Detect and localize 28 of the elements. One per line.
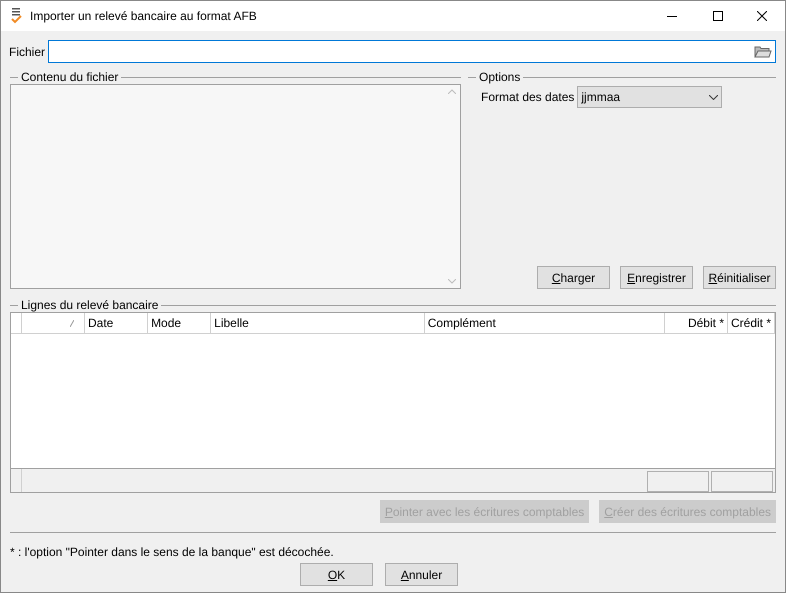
file-field[interactable] xyxy=(48,40,776,63)
field-label: Format des dates xyxy=(481,89,574,106)
button[interactable]: Charger xyxy=(537,266,610,289)
close-icon[interactable] xyxy=(757,11,767,21)
window-title: Importer un relevé bancaire au format AFB xyxy=(30,8,258,25)
button[interactable]: Annuler xyxy=(385,563,458,586)
footnote: * : l'option "Pointer dans le sens de la banque" est décochée. xyxy=(10,544,335,561)
column-header[interactable]: Mode xyxy=(148,313,212,333)
button[interactable]: Réinitialiser xyxy=(703,266,776,289)
column-header[interactable]: Débit * xyxy=(664,313,728,333)
group-title: Lignes du relevé bancaire xyxy=(20,298,160,312)
column-header[interactable]: Date xyxy=(84,313,148,333)
column-header[interactable]: Crédit * xyxy=(728,313,776,333)
sort-icon[interactable] xyxy=(70,320,74,326)
group-title: Contenu du fichier xyxy=(20,70,120,84)
chevron-down-icon xyxy=(709,94,718,100)
button[interactable]: Enregistrer xyxy=(620,266,693,289)
total-debit-field xyxy=(647,471,709,492)
field-label: Fichier xyxy=(9,44,46,60)
app-icon xyxy=(11,8,23,24)
group-title: Options xyxy=(478,70,522,84)
folder-icon[interactable] xyxy=(754,44,772,58)
column-header[interactable]: Complément xyxy=(424,313,665,333)
column-header[interactable]: Libelle xyxy=(211,313,425,333)
maximize-icon[interactable] xyxy=(713,11,723,21)
date-format-dropdown[interactable]: jjmmaa xyxy=(577,86,722,108)
button[interactable]: OK xyxy=(300,563,373,586)
total-credit-field xyxy=(711,471,773,492)
